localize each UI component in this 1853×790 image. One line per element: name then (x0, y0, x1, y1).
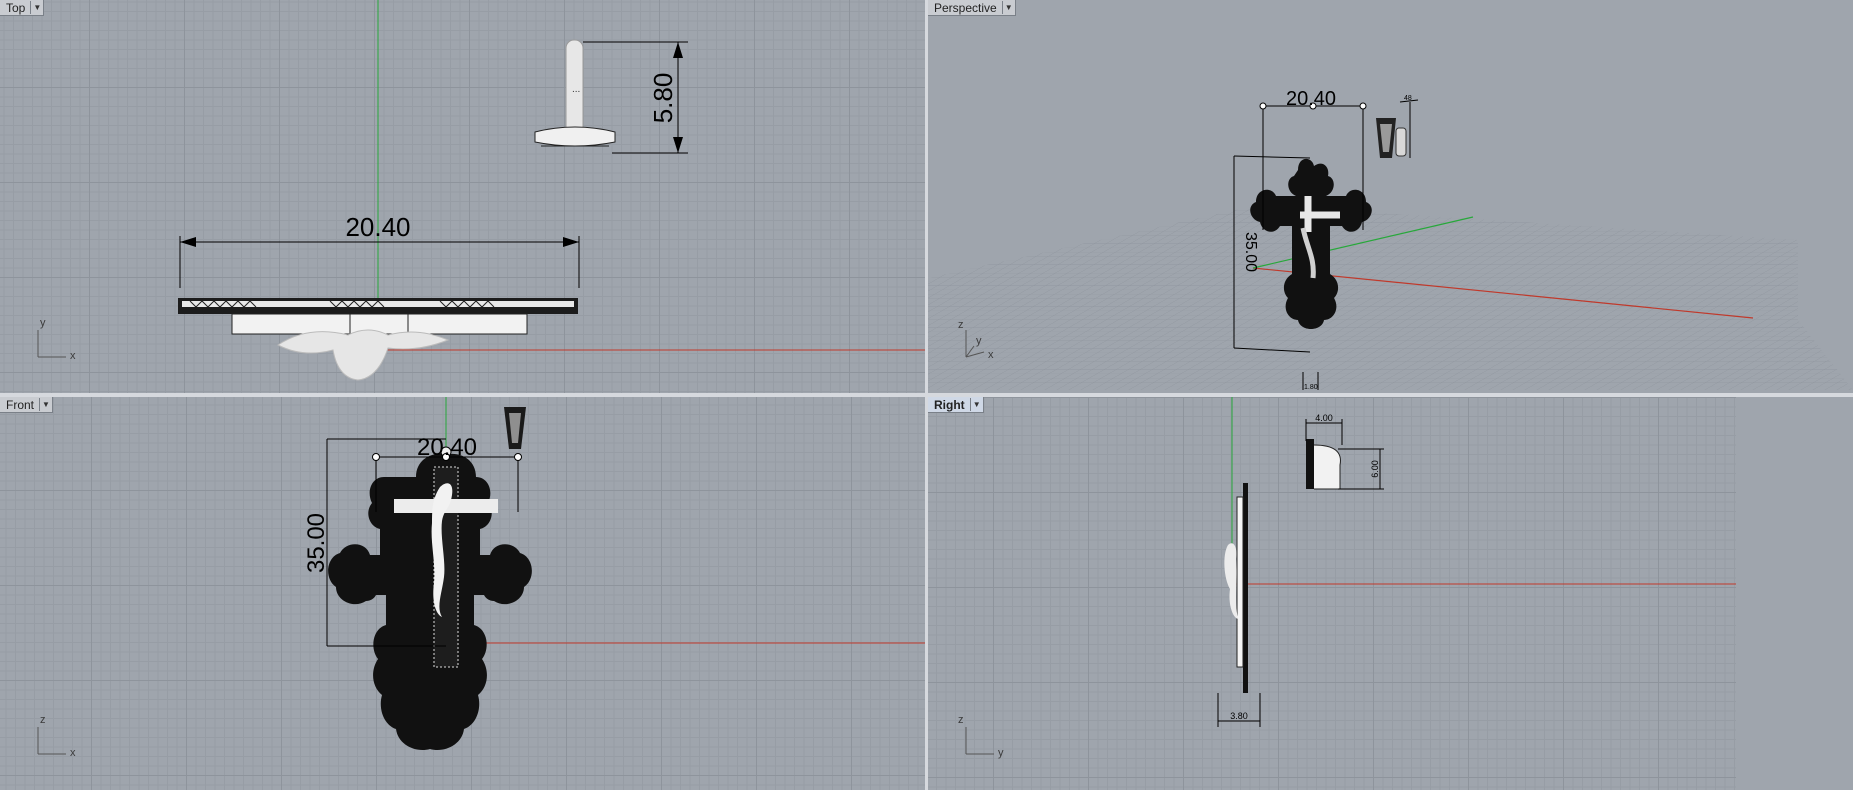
svg-text:z: z (40, 714, 46, 726)
svg-text:...: ... (572, 84, 580, 95)
bail-side-profile (1306, 439, 1341, 490)
viewport-title: Perspective (934, 0, 997, 15)
viewport-title: Right (934, 397, 965, 412)
svg-text:1.80: 1.80 (1304, 384, 1318, 391)
bail-perspective (1376, 118, 1407, 158)
cross-front (328, 446, 532, 751)
cross-side-profile (1224, 483, 1248, 693)
chevron-down-icon[interactable]: ▼ (30, 1, 43, 14)
svg-text:35.00: 35.00 (303, 513, 330, 573)
viewport-tab-top[interactable]: Top ▼ (0, 0, 45, 16)
svg-text:z: z (958, 714, 964, 726)
viewport-perspective[interactable]: 20.40 35.00 48 1.80 z y x Perspective ▼ (928, 0, 1853, 393)
svg-text:y: y (976, 335, 982, 347)
viewport-tab-right[interactable]: Right ▼ (928, 397, 984, 413)
chevron-down-icon[interactable]: ▼ (39, 398, 52, 411)
svg-text:x: x (70, 350, 76, 362)
svg-text:48: 48 (1404, 95, 1412, 102)
axis-indicator-front: x z (37, 714, 76, 759)
perspective-grid-plane (928, 205, 1853, 390)
dimension-right-bail-height: 6.00 (1338, 448, 1384, 490)
svg-text:x: x (70, 747, 76, 759)
dimension-right-thickness: 3.80 (1217, 693, 1261, 727)
svg-text:20.40: 20.40 (417, 434, 477, 461)
dimension-top-width: 20.40 (179, 212, 580, 288)
svg-text:x: x (988, 349, 994, 361)
grid-edge-fill (1736, 397, 1853, 790)
svg-text:y: y (40, 317, 46, 329)
viewport-tab-front[interactable]: Front ▼ (0, 397, 54, 413)
bail-front (504, 407, 526, 449)
bail-top-projection: ... (534, 39, 616, 147)
top-view-scene: ... 20.40 5.80 x y (37, 0, 925, 381)
viewport-title: Top (6, 0, 26, 15)
front-view-scene: 20.40 35.00 x z (37, 397, 925, 759)
svg-text:3.80: 3.80 (1230, 711, 1248, 721)
axis-indicator-right: y z (958, 714, 1004, 759)
svg-text:35.00: 35.00 (1242, 232, 1259, 272)
viewport-title: Front (6, 397, 35, 412)
svg-text:20.40: 20.40 (345, 212, 410, 242)
perspective-view-scene: 20.40 35.00 48 1.80 z y x (928, 88, 1853, 391)
svg-text:y: y (998, 747, 1004, 759)
svg-text:4.00: 4.00 (1315, 413, 1333, 423)
svg-text:20.40: 20.40 (1286, 88, 1336, 110)
viewport-tab-perspective[interactable]: Perspective ▼ (928, 0, 1016, 16)
svg-text:6.00: 6.00 (1370, 460, 1380, 478)
svg-text:5.80: 5.80 (648, 73, 678, 124)
right-view-scene: 4.00 6.00 3.80 y z (958, 397, 1853, 790)
viewport-front[interactable]: 20.40 35.00 x z Front ▼ (0, 397, 925, 790)
axis-indicator-top: x y (37, 317, 76, 362)
chevron-down-icon[interactable]: ▼ (969, 398, 983, 411)
chevron-down-icon[interactable]: ▼ (1001, 1, 1015, 14)
cross-top-projection (178, 298, 578, 381)
svg-text:z: z (958, 319, 964, 331)
viewport-top[interactable]: ... 20.40 5.80 x y Top ▼ (0, 0, 925, 393)
viewport-right[interactable]: 4.00 6.00 3.80 y z Right ▼ (928, 397, 1853, 790)
